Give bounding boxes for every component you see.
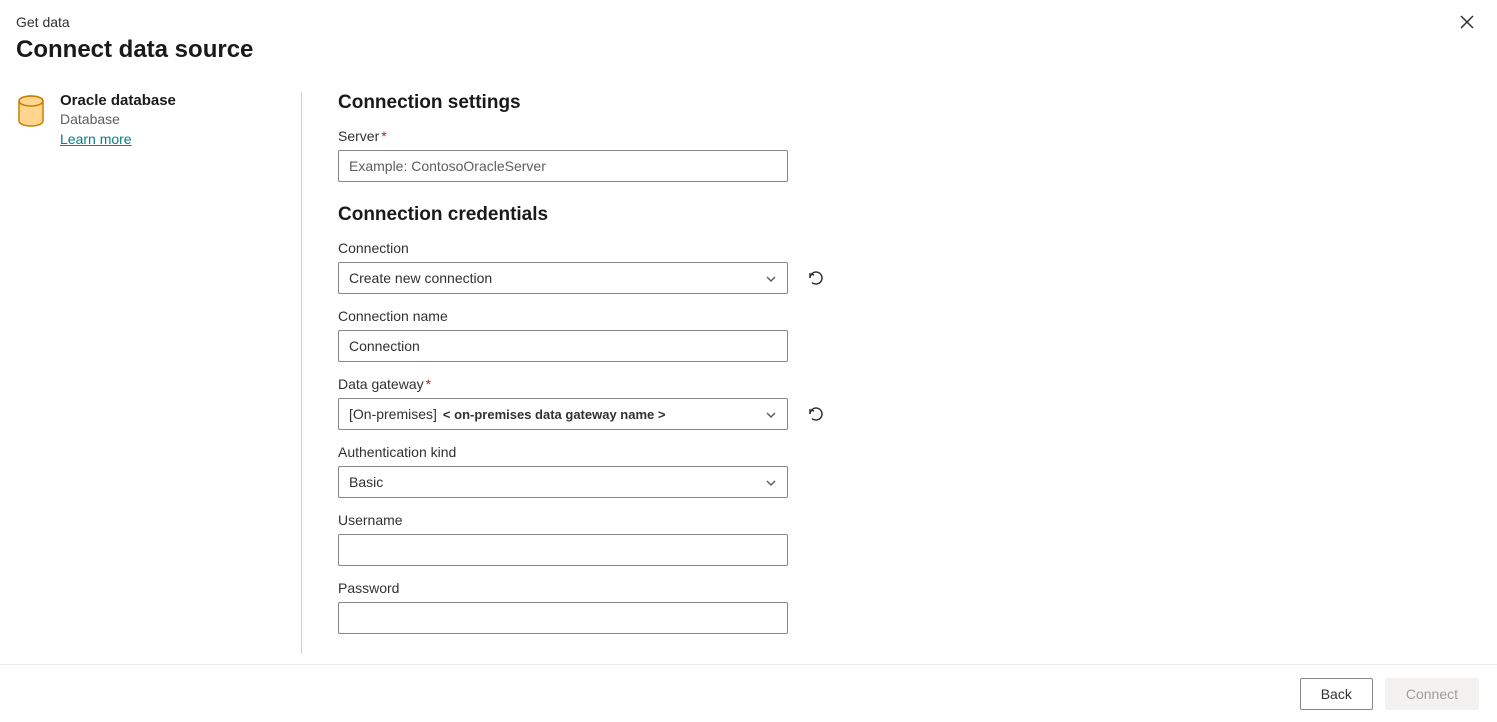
connection-name-label: Connection name <box>338 308 1481 324</box>
chevron-down-icon <box>765 272 777 284</box>
refresh-connection-button[interactable] <box>806 268 826 288</box>
dialog-footer: Back Connect <box>0 664 1497 722</box>
refresh-icon <box>807 269 825 287</box>
back-button[interactable]: Back <box>1300 678 1373 710</box>
connection-dropdown[interactable]: Create new connection <box>338 262 788 294</box>
connection-name-input[interactable] <box>338 330 788 362</box>
auth-kind-dropdown[interactable]: Basic <box>338 466 788 498</box>
form-panel: Connection settings Server* Connection c… <box>302 92 1481 654</box>
password-label: Password <box>338 580 1481 596</box>
data-gateway-dropdown[interactable]: [On-premises] < on-premises data gateway… <box>338 398 788 430</box>
password-input[interactable] <box>338 602 788 634</box>
connect-button[interactable]: Connect <box>1385 678 1479 710</box>
connection-settings-heading: Connection settings <box>338 92 1481 114</box>
page-title: Connect data source <box>16 36 1481 64</box>
required-asterisk: * <box>381 128 386 144</box>
dialog-header: Get data Connect data source <box>0 0 1497 64</box>
chevron-down-icon <box>765 476 777 488</box>
source-type: Database <box>60 111 176 127</box>
server-input[interactable] <box>338 150 788 182</box>
refresh-gateway-button[interactable] <box>806 404 826 424</box>
chevron-down-icon <box>765 408 777 420</box>
connection-label: Connection <box>338 240 1481 256</box>
data-source-sidebar: Oracle database Database Learn more <box>16 92 302 654</box>
refresh-icon <box>807 405 825 423</box>
breadcrumb: Get data <box>16 14 1481 30</box>
server-label: Server* <box>338 128 1481 144</box>
required-asterisk: * <box>426 376 431 392</box>
auth-kind-label: Authentication kind <box>338 444 1481 460</box>
close-icon <box>1460 15 1474 29</box>
oracle-database-icon <box>16 94 46 126</box>
close-button[interactable] <box>1457 12 1477 32</box>
connection-credentials-heading: Connection credentials <box>338 204 1481 226</box>
username-input[interactable] <box>338 534 788 566</box>
learn-more-link[interactable]: Learn more <box>60 131 132 147</box>
data-gateway-label: Data gateway* <box>338 376 1481 392</box>
username-label: Username <box>338 512 1481 528</box>
source-name: Oracle database <box>60 92 176 109</box>
